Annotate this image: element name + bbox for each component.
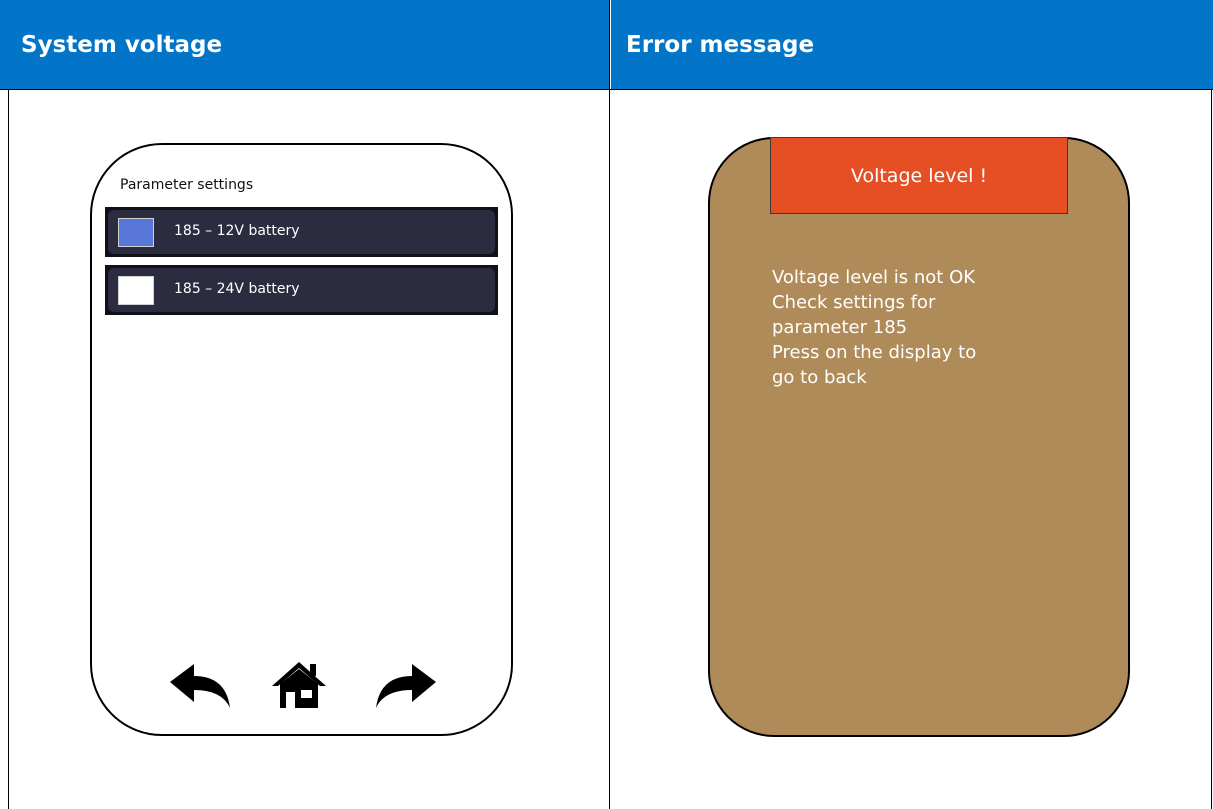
table-right-border <box>1211 89 1212 809</box>
table-left-border <box>8 89 9 809</box>
option-24v-battery[interactable]: 185 – 24V battery <box>105 265 498 315</box>
option-12v-battery[interactable]: 185 – 12V battery <box>105 207 498 257</box>
option-label: 185 – 24V battery <box>174 281 300 297</box>
error-message-line: go to back <box>772 367 867 388</box>
option-checkbox[interactable] <box>118 218 154 247</box>
spec-table: System voltage Error message Parameter s… <box>0 0 1213 809</box>
option-label: 185 – 12V battery <box>174 223 300 239</box>
error-message-line: Check settings for <box>772 292 936 313</box>
error-message-line: Press on the display to <box>772 342 977 363</box>
column-divider <box>609 0 610 809</box>
device-screen-error[interactable] <box>708 137 1130 737</box>
option-row-surface: 185 – 12V battery <box>108 210 495 254</box>
arrow-right-icon[interactable] <box>372 662 438 712</box>
column-header-label: System voltage <box>21 31 223 58</box>
arrow-left-icon[interactable] <box>168 662 234 712</box>
option-row-surface: 185 – 24V battery <box>108 268 495 312</box>
option-checkbox[interactable] <box>118 276 154 305</box>
home-icon[interactable] <box>270 660 328 710</box>
error-message-body: Voltage level is not OK Check settings f… <box>772 265 1072 390</box>
error-title: Voltage level ! <box>850 165 988 187</box>
error-message-line: parameter 185 <box>772 317 908 338</box>
column-header-error-message: Error message <box>611 0 1213 89</box>
row-divider <box>0 89 1213 90</box>
error-title-banner: Voltage level ! <box>770 137 1068 214</box>
column-header-system-voltage: System voltage <box>0 0 610 89</box>
error-message-line: Voltage level is not OK <box>772 267 976 288</box>
column-header-label: Error message <box>626 31 815 58</box>
screen-title: Parameter settings <box>120 177 254 193</box>
